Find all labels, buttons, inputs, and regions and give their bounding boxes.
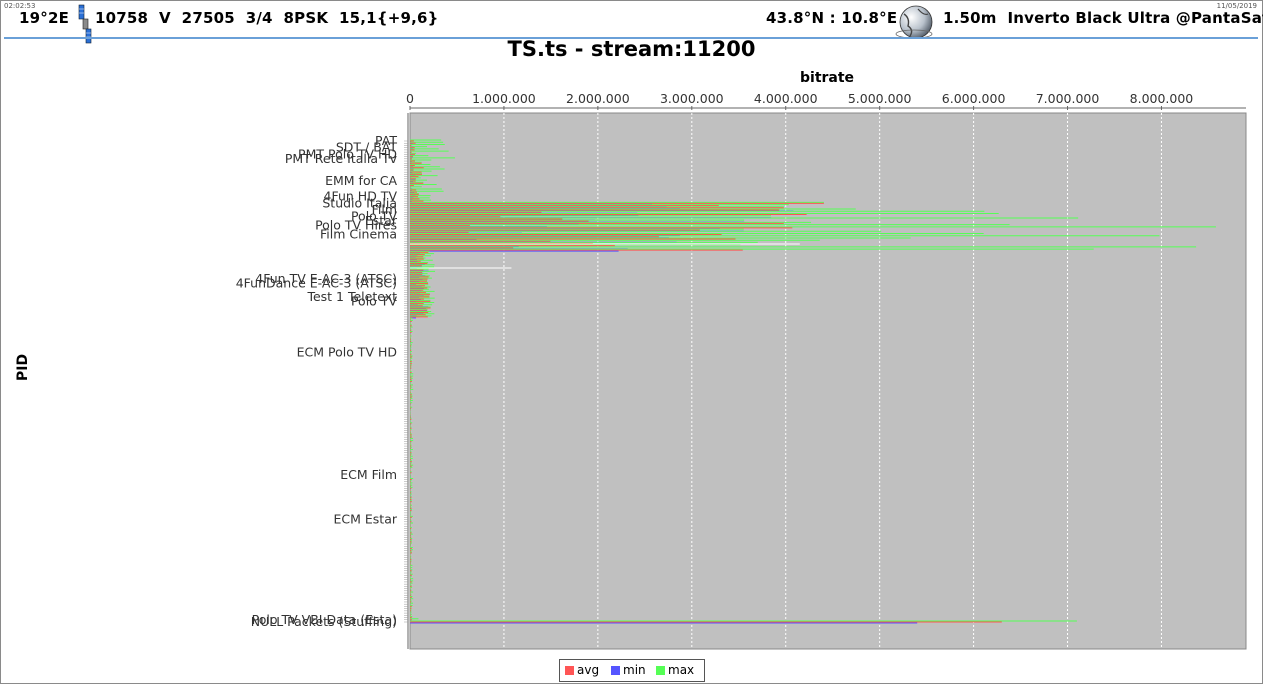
legend-item-avg: avg xyxy=(565,663,599,677)
x-tick-label: 7.000.000 xyxy=(1036,91,1100,106)
x-tick-label: 4.000.000 xyxy=(754,91,818,106)
legend-label-max: max xyxy=(668,663,695,677)
pid-label: ECM Estar xyxy=(334,512,398,527)
x-tick-label: 3.000.000 xyxy=(660,91,724,106)
pid-label: NULL Packets (Stuffing) xyxy=(251,614,397,629)
legend-swatch-max xyxy=(656,666,665,675)
legend-swatch-avg xyxy=(565,666,574,675)
pid-label: PMT Rete Italia Tv xyxy=(285,151,398,166)
legend-item-max: max xyxy=(656,663,694,677)
plot-area xyxy=(409,112,1247,650)
x-tick-label: 8.000.000 xyxy=(1130,91,1194,106)
x-tick-label: 6.000.000 xyxy=(942,91,1006,106)
legend-label-avg: avg xyxy=(577,663,600,677)
pid-label: ECM Film xyxy=(340,467,397,482)
pid-label: Polo TV xyxy=(351,293,397,308)
legend-swatch-min xyxy=(611,666,620,675)
x-tick-label: 0 xyxy=(406,91,414,106)
x-tick-label: 1.000.000 xyxy=(472,91,536,106)
pid-label: EMM for CA xyxy=(325,173,397,188)
legend: avg min max xyxy=(559,659,705,682)
legend-label-min: min xyxy=(623,663,646,677)
bitrate-bar-chart: 0 1.000.000 2.000.000 3.000.000 4.000.000 5.0… xyxy=(236,91,1247,650)
pid-label: Film Cinema xyxy=(320,227,397,242)
x-tick-label: 2.000.000 xyxy=(566,91,630,106)
legend-item-min: min xyxy=(611,663,646,677)
x-tick-label: 5.000.000 xyxy=(848,91,912,106)
